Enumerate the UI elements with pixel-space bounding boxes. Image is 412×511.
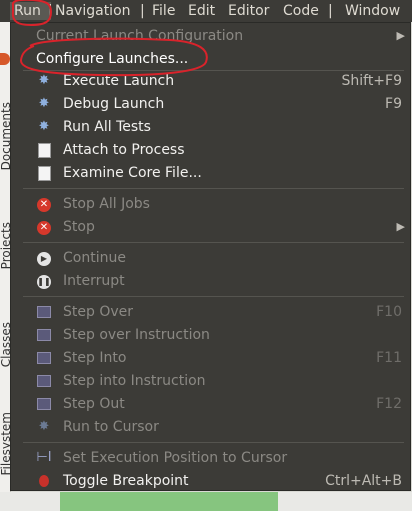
menu-item-label: Stop [63, 219, 95, 235]
progress-bar [60, 492, 278, 511]
menu-item-label: Run All Tests [63, 119, 151, 135]
menu-item-stop-all-jobs[interactable]: ✕ Stop All Jobs [11, 192, 410, 215]
menu-item-run-all-tests[interactable]: ✸ Run All Tests [11, 115, 410, 138]
play-icon: ▶ [36, 250, 52, 266]
menu-item-label: Step Over [63, 304, 133, 320]
menu-item-label: Interrupt [63, 273, 125, 289]
menu-run[interactable]: Run [10, 2, 51, 20]
step-into-icon [36, 350, 52, 366]
menu-item-label: Debug Launch [63, 96, 165, 112]
stop-icon: ✕ [36, 196, 52, 212]
submenu-arrow-icon: ▶ [396, 220, 405, 233]
menu-file[interactable]: File [152, 2, 175, 20]
step-over-icon [36, 304, 52, 320]
gear-icon: ✸ [38, 73, 50, 88]
menu-item-label: Step over Instruction [63, 327, 210, 343]
shortcut-label: Shift+F9 [341, 73, 402, 89]
menu-item-set-execution-position[interactable]: ⊢I Set Execution Position to Cursor [11, 446, 410, 469]
menu-separator: | [140, 3, 145, 19]
menu-item-label: Step into Instruction [63, 373, 206, 389]
menu-separator: | [48, 3, 53, 19]
shortcut-label: F9 [385, 96, 402, 112]
menu-item-label: Continue [63, 250, 126, 266]
shortcut-label: F10 [376, 304, 402, 320]
step-over-instruction-icon [36, 327, 52, 343]
menu-separator [23, 188, 404, 189]
gear-icon: ✸ [38, 96, 50, 111]
menu-item-label: Set Execution Position to Cursor [63, 450, 288, 466]
pause-icon: ❚❚ [36, 273, 52, 289]
menu-item-execute-launch[interactable]: ✸ Execute Launch Shift+F9 [11, 69, 410, 92]
shortcut-label: F12 [376, 396, 402, 412]
menu-item-step-over-instruction[interactable]: Step over Instruction [11, 323, 410, 346]
gear-icon: ✸ [38, 119, 50, 134]
menu-editor[interactable]: Editor [228, 2, 269, 20]
menu-item-attach-to-process[interactable]: Attach to Process [11, 138, 410, 161]
menu-item-current-launch-configuration[interactable]: Current Launch Configuration ▶ [11, 24, 410, 47]
menu-code[interactable]: Code [283, 2, 319, 20]
menu-item-label: Execute Launch [63, 73, 175, 89]
bracket-icon: ⊢I [36, 450, 52, 465]
bug-icon [36, 473, 52, 489]
menu-item-run-to-cursor[interactable]: ✸ Run to Cursor [11, 415, 410, 438]
menu-item-label: Toggle Breakpoint [63, 473, 189, 489]
menu-item-continue[interactable]: ▶ Continue [11, 246, 410, 269]
menu-separator [23, 242, 404, 243]
menu-item-step-into[interactable]: Step Into F11 [11, 346, 410, 369]
menu-item-step-out[interactable]: Step Out F12 [11, 392, 410, 415]
menu-item-label: Step Into [63, 350, 127, 366]
menu-separator [23, 442, 404, 443]
stop-icon: ✕ [36, 219, 52, 235]
menu-bar: Run | Navigation | File Edit Editor Code… [0, 0, 412, 22]
menu-item-label: Configure Launches... [36, 51, 189, 67]
menu-item-toggle-breakpoint[interactable]: Toggle Breakpoint Ctrl+Alt+B [11, 469, 410, 492]
close-icon[interactable] [0, 53, 10, 65]
step-into-instruction-icon [36, 373, 52, 389]
menu-item-configure-launches[interactable]: Configure Launches... [11, 47, 410, 70]
menu-item-label: Step Out [63, 396, 125, 412]
shortcut-label: Ctrl+Alt+B [325, 473, 402, 489]
document-icon [36, 165, 52, 181]
menu-item-step-into-instruction[interactable]: Step into Instruction [11, 369, 410, 392]
menu-navigation[interactable]: Navigation [55, 2, 131, 20]
step-out-icon [36, 396, 52, 412]
menu-item-examine-core-file[interactable]: Examine Core File... [11, 161, 410, 184]
submenu-arrow-icon: ▶ [396, 29, 405, 42]
run-menu: Current Launch Configuration ▶ Configure… [10, 22, 411, 491]
menu-item-label: Examine Core File... [63, 165, 202, 181]
menu-separator: | [328, 3, 333, 19]
menu-item-stop[interactable]: ✕ Stop ▶ [11, 215, 410, 238]
menu-item-label: Run to Cursor [63, 419, 159, 435]
menu-item-interrupt[interactable]: ❚❚ Interrupt [11, 269, 410, 292]
menu-item-label: Attach to Process [63, 142, 185, 158]
menu-item-label: Current Launch Configuration [36, 28, 244, 44]
menu-separator [23, 296, 404, 297]
shortcut-label: F11 [376, 350, 402, 366]
menu-window[interactable]: Window [345, 2, 400, 20]
menu-item-step-over[interactable]: Step Over F10 [11, 300, 410, 323]
menu-item-debug-launch[interactable]: ✸ Debug Launch F9 [11, 92, 410, 115]
document-icon [36, 142, 52, 158]
menu-item-label: Stop All Jobs [63, 196, 150, 212]
menu-edit[interactable]: Edit [188, 2, 215, 20]
run-to-cursor-icon: ✸ [38, 419, 50, 434]
